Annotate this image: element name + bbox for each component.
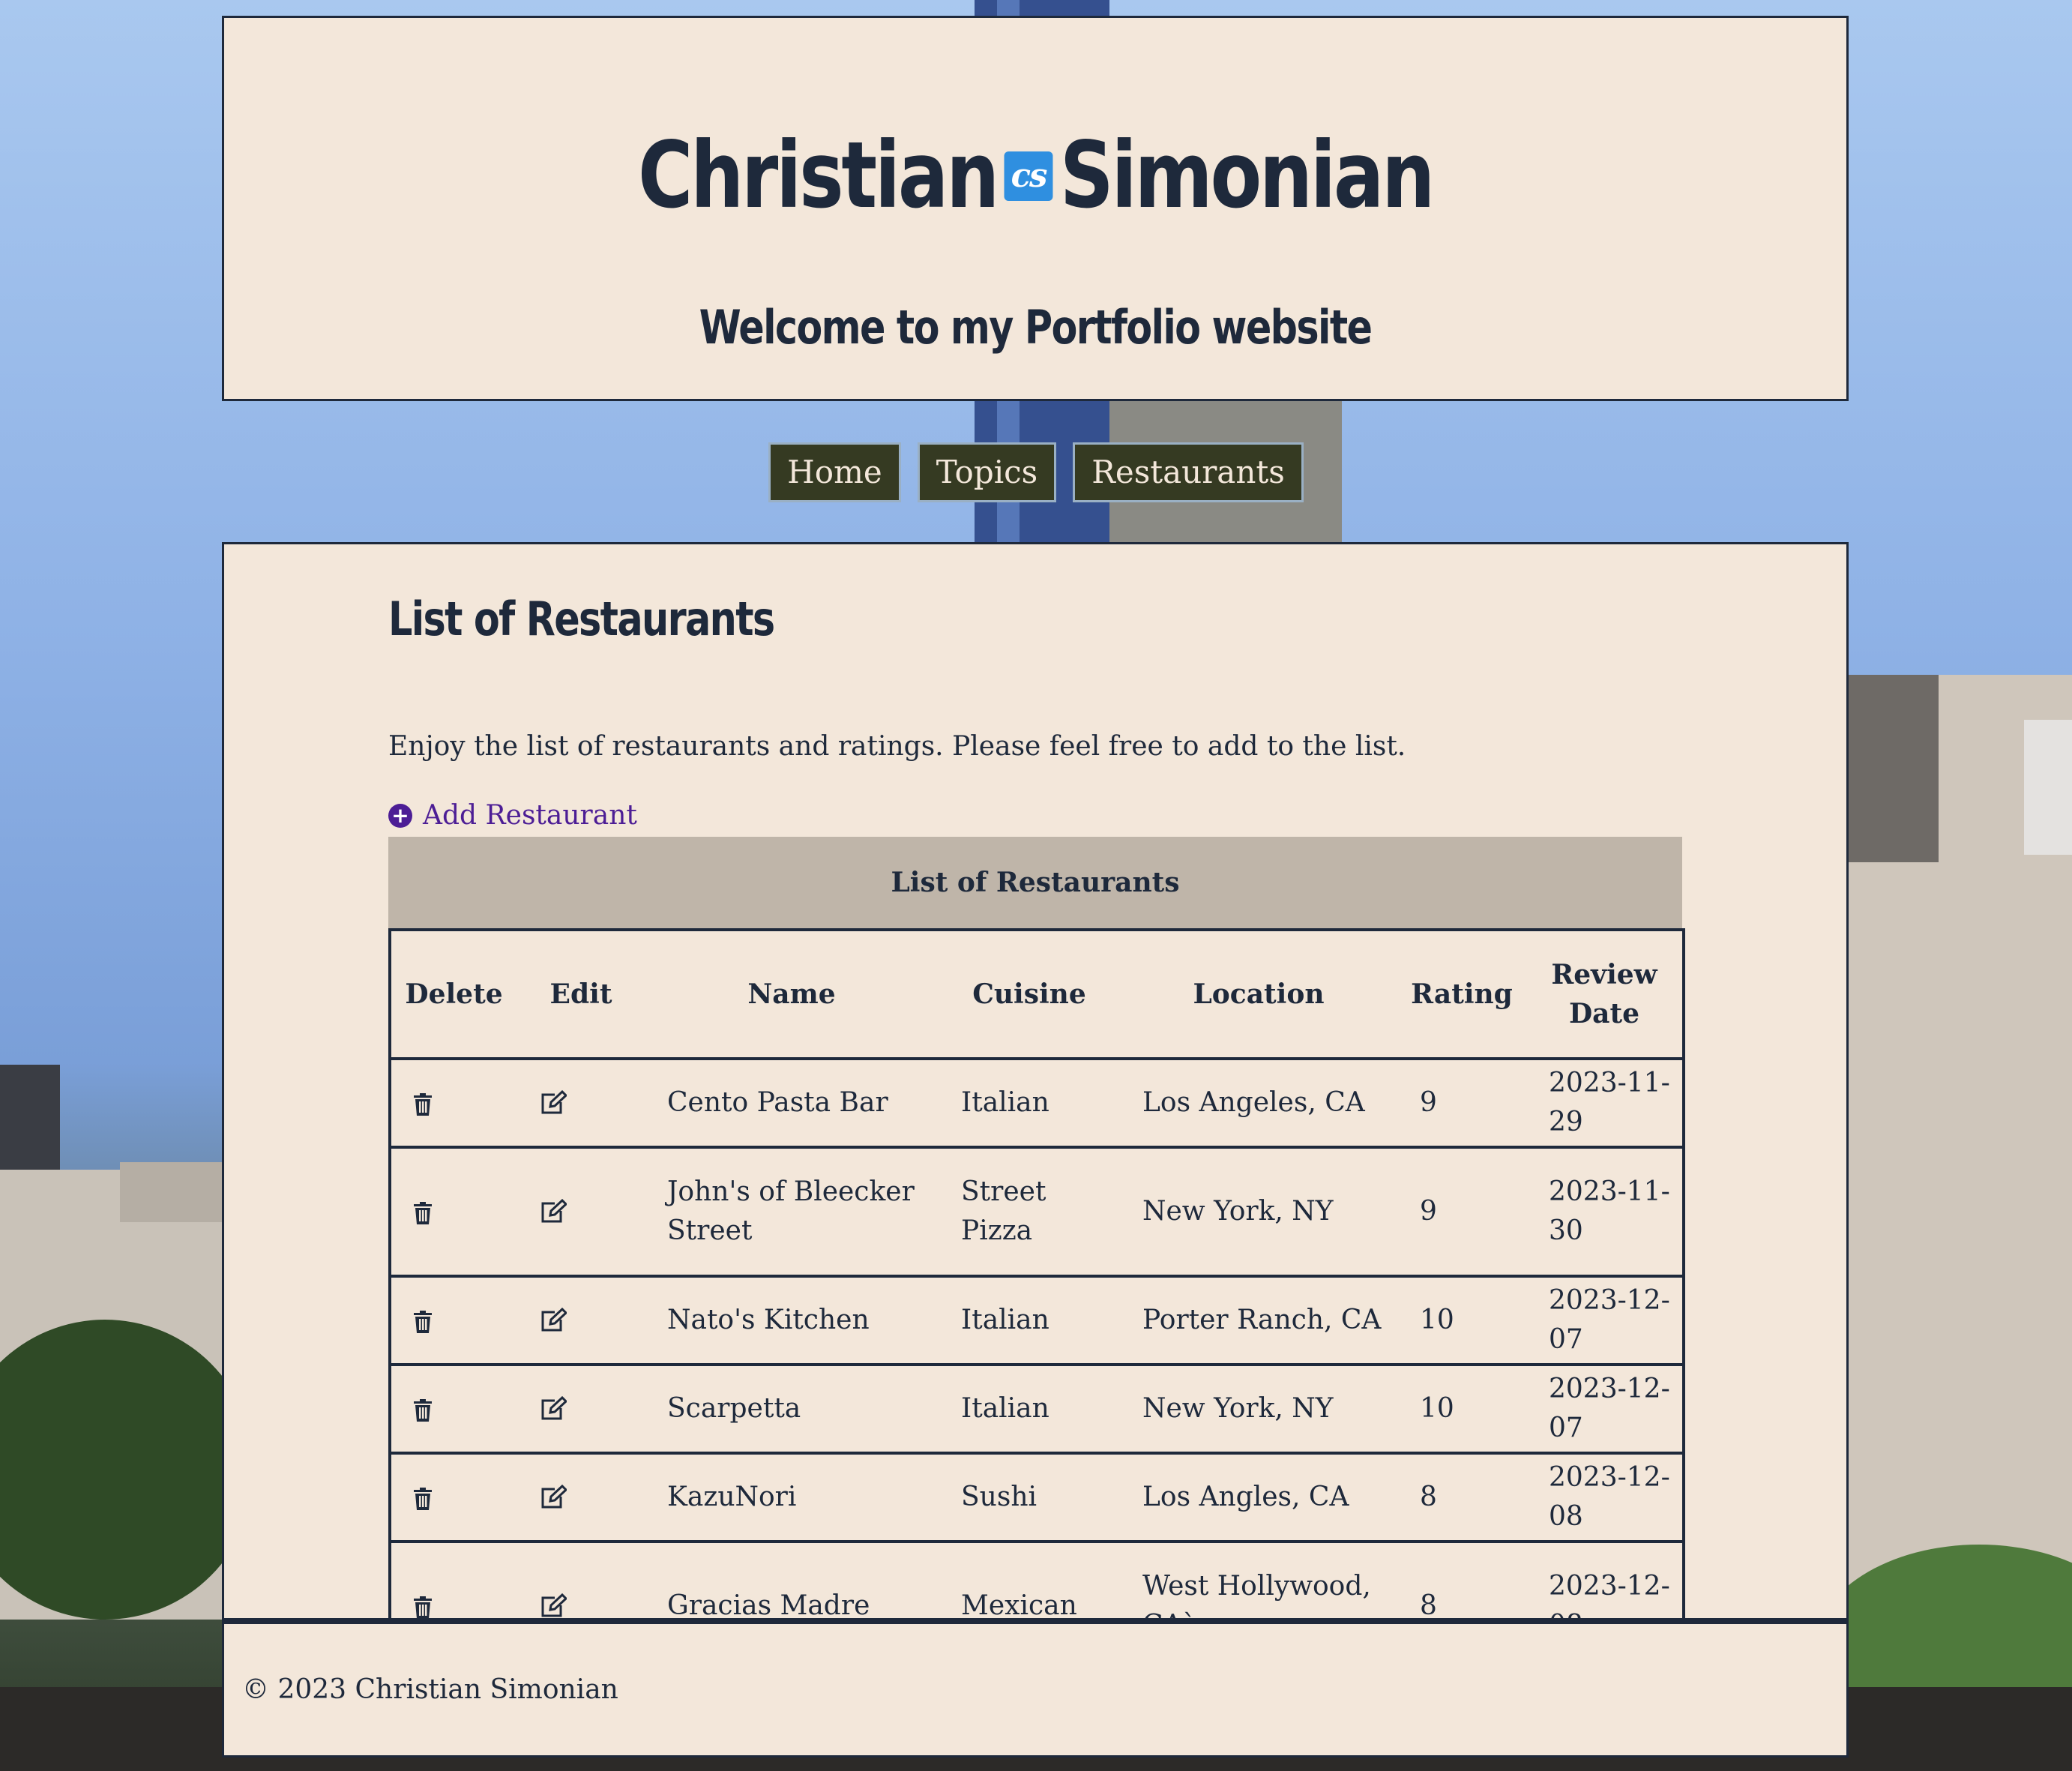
- delete-button[interactable]: [390, 1057, 517, 1147]
- table-header-row: Delete Edit Name Cuisine Location Rating…: [390, 928, 1684, 1059]
- table-caption: List of Restaurants: [388, 837, 1682, 928]
- intro-text: Enjoy the list of restaurants and rating…: [388, 731, 1406, 762]
- edit-icon: [541, 1485, 567, 1509]
- trash-icon: [414, 1488, 432, 1510]
- cell-name: Cento Pasta Bar: [645, 1057, 939, 1147]
- cell-name: John's of Bleecker Street: [645, 1146, 939, 1276]
- delete-button[interactable]: [390, 1275, 517, 1365]
- delete-button[interactable]: [390, 1452, 517, 1542]
- site-title: Christian cs Simonian: [370, 119, 1700, 232]
- cell-cuisine: Italian: [939, 1057, 1120, 1147]
- cell-name: Scarpetta: [645, 1363, 939, 1453]
- nav-home-button[interactable]: Home: [768, 442, 901, 502]
- table-row: Nato's Kitchen Italian Porter Ranch, CA 10 2…: [390, 1275, 1684, 1365]
- cell-location: Los Angeles, CA: [1120, 1057, 1397, 1147]
- cell-review-date: 2023-12-08: [1526, 1452, 1684, 1542]
- main-inner: List of Restaurants Enjoy the list of re…: [388, 589, 1685, 1669]
- restaurants-table-wrap: List of Restaurants Delete Edit Name Cui…: [388, 837, 1685, 1669]
- delete-button[interactable]: [390, 1146, 517, 1276]
- header-edit: Edit: [517, 928, 645, 1059]
- restaurants-table: Delete Edit Name Cuisine Location Rating…: [388, 928, 1685, 1669]
- header-location: Location: [1120, 928, 1397, 1059]
- site-title-first-name: Christian: [637, 122, 999, 229]
- cell-location: New York, NY: [1120, 1146, 1397, 1276]
- cell-review-date: 2023-12-07: [1526, 1275, 1684, 1365]
- page: Christian cs Simonian Welcome to my Portfo…: [0, 0, 2072, 1771]
- edit-button[interactable]: [517, 1275, 645, 1365]
- trash-icon: [414, 1596, 432, 1619]
- table-row: Scarpetta Italian New York, NY 10 2023-12-07: [390, 1363, 1684, 1453]
- header-name: Name: [645, 928, 939, 1059]
- edit-icon: [541, 1593, 567, 1617]
- nav-topics-button[interactable]: Topics: [917, 442, 1057, 502]
- main-content: List of Restaurants Enjoy the list of re…: [222, 542, 1849, 1669]
- delete-button[interactable]: [390, 1363, 517, 1453]
- cell-review-date: 2023-11-29: [1526, 1057, 1684, 1147]
- cell-location: New York, NY: [1120, 1363, 1397, 1453]
- edit-icon: [541, 1199, 567, 1223]
- trash-icon: [414, 1093, 432, 1116]
- cell-location: Los Angles, CA: [1120, 1452, 1397, 1542]
- page-title: List of Restaurants: [388, 592, 775, 646]
- cell-rating: 10: [1397, 1275, 1526, 1365]
- nav-restaurants-button[interactable]: Restaurants: [1073, 442, 1304, 502]
- cell-name: KazuNori: [645, 1452, 939, 1542]
- table-row: John's of Bleecker Street Street Pizza New…: [390, 1146, 1684, 1276]
- edit-icon: [541, 1090, 567, 1114]
- plus-circle-icon: +: [388, 804, 412, 828]
- cell-rating: 10: [1397, 1363, 1526, 1453]
- table-row: KazuNori Sushi Los Angles, CA 8 2023-12-08: [390, 1452, 1684, 1542]
- cell-location: Porter Ranch, CA: [1120, 1275, 1397, 1365]
- header-review-date: Review Date: [1526, 928, 1684, 1059]
- cell-review-date: 2023-12-07: [1526, 1363, 1684, 1453]
- cell-cuisine: Street Pizza: [939, 1146, 1120, 1276]
- edit-button[interactable]: [517, 1146, 645, 1276]
- cell-rating: 9: [1397, 1146, 1526, 1276]
- site-title-last-name: Simonian: [1059, 122, 1436, 229]
- edit-button[interactable]: [517, 1363, 645, 1453]
- cell-rating: 9: [1397, 1057, 1526, 1147]
- cell-review-date: 2023-11-30: [1526, 1146, 1684, 1276]
- site-footer: © 2023 Christian Simonian: [222, 1618, 1849, 1758]
- trash-icon: [414, 1311, 432, 1333]
- cell-cuisine: Sushi: [939, 1452, 1120, 1542]
- copyright-text: © 2023 Christian Simonian: [242, 1674, 618, 1705]
- main-nav: Home Topics Restaurants: [0, 442, 2072, 502]
- cell-cuisine: Italian: [939, 1363, 1120, 1453]
- add-restaurant-link[interactable]: + Add Restaurant: [388, 797, 637, 835]
- edit-icon: [541, 1396, 567, 1420]
- cell-rating: 8: [1397, 1452, 1526, 1542]
- site-header: Christian cs Simonian Welcome to my Portfo…: [222, 16, 1849, 401]
- trash-icon: [414, 1399, 432, 1422]
- trash-icon: [414, 1202, 432, 1224]
- edit-button[interactable]: [517, 1452, 645, 1542]
- add-restaurant-label: Add Restaurant: [423, 800, 637, 831]
- edit-icon: [541, 1308, 567, 1332]
- header-delete: Delete: [390, 928, 517, 1059]
- cs-logo-icon: cs: [1004, 151, 1053, 201]
- header-rating: Rating: [1397, 928, 1526, 1059]
- table-row: Cento Pasta Bar Italian Los Angeles, CA 9 20…: [390, 1057, 1684, 1147]
- header-cuisine: Cuisine: [939, 928, 1120, 1059]
- edit-button[interactable]: [517, 1057, 645, 1147]
- cell-name: Nato's Kitchen: [645, 1275, 939, 1365]
- cell-cuisine: Italian: [939, 1275, 1120, 1365]
- site-subtitle: Welcome to my Portfolio website: [699, 300, 1373, 355]
